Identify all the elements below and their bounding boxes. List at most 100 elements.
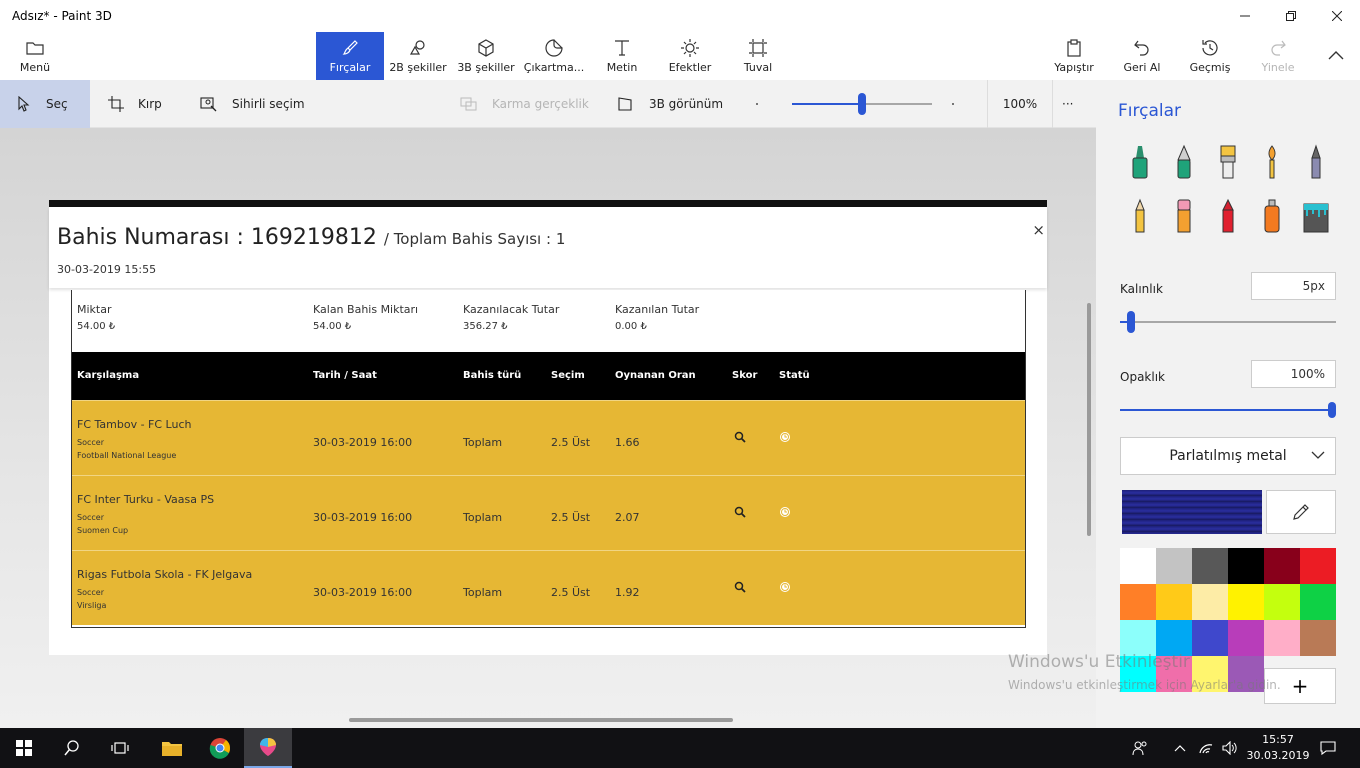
- undo-icon: [1134, 40, 1149, 56]
- menu-button[interactable]: Menü: [10, 32, 60, 80]
- vertical-scrollbar[interactable]: [1087, 303, 1091, 536]
- color-swatch[interactable]: [1264, 620, 1300, 656]
- tab-text[interactable]: Metin: [588, 32, 656, 80]
- tab-brushes[interactable]: Fırçalar: [316, 32, 384, 80]
- magic-select-icon: [200, 97, 217, 112]
- horizontal-scrollbar[interactable]: [349, 718, 733, 722]
- spray-can-icon[interactable]: [1250, 194, 1294, 238]
- summary-label: Kazanılacak Tutar: [463, 303, 560, 316]
- paint3d-button[interactable]: [244, 728, 292, 768]
- bet-selection: 2.5 Üst: [551, 436, 591, 449]
- volume-button[interactable]: [1218, 728, 1242, 768]
- restore-button[interactable]: [1268, 0, 1314, 32]
- notifications-button[interactable]: [1306, 728, 1350, 768]
- color-swatch[interactable]: [1156, 620, 1192, 656]
- activation-watermark-text: Windows'u etkinleştirmek için Ayarlar'a …: [1008, 678, 1281, 692]
- column-header: Seçim: [551, 370, 585, 381]
- opacity-input[interactable]: 100%: [1251, 360, 1336, 388]
- bet-summary: Miktar 54.00 ₺ Kalan Bahis Miktarı 54.00…: [72, 290, 1025, 352]
- start-button[interactable]: [0, 728, 48, 768]
- zoom-slider[interactable]: [792, 80, 932, 128]
- opacity-slider-thumb[interactable]: [1328, 402, 1336, 418]
- material-dropdown[interactable]: Parlatılmış metal: [1120, 437, 1336, 475]
- select-tool[interactable]: Seç: [0, 80, 90, 128]
- thickness-slider[interactable]: [1120, 310, 1336, 334]
- history-button[interactable]: Geçmiş: [1184, 32, 1236, 80]
- tab-3d-shapes[interactable]: 3B şekiller: [452, 32, 520, 80]
- task-view-button[interactable]: [96, 728, 144, 768]
- summary-to-win: Kazanılacak Tutar 356.27 ₺: [463, 303, 559, 332]
- file-explorer-button[interactable]: [148, 728, 196, 768]
- pencil-icon[interactable]: [1118, 194, 1162, 238]
- color-swatch[interactable]: [1120, 548, 1156, 584]
- summary-won: Kazanılan Tutar 0.00 ₺: [615, 303, 699, 332]
- opacity-slider[interactable]: [1120, 398, 1336, 422]
- zoom-percent[interactable]: 100%: [987, 80, 1053, 128]
- close-window-button[interactable]: [1314, 0, 1360, 32]
- summary-value: 54.00 ₺: [313, 321, 352, 332]
- more-options-button[interactable]: ···: [1062, 80, 1084, 128]
- canvas-area[interactable]: Bahis Numarası : 169219812 / Toplam Bahi…: [0, 128, 1096, 728]
- zoom-slider-thumb[interactable]: [858, 93, 866, 115]
- column-header: Tarih / Saat: [313, 370, 377, 381]
- color-swatch[interactable]: [1300, 584, 1336, 620]
- tab-effects[interactable]: Efektler: [656, 32, 724, 80]
- zoom-out-button[interactable]: [756, 80, 772, 128]
- people-button[interactable]: [1122, 728, 1158, 768]
- color-swatch[interactable]: [1192, 584, 1228, 620]
- search-button[interactable]: [48, 728, 96, 768]
- paste-button[interactable]: Yapıştır: [1048, 32, 1100, 80]
- mixed-reality-button[interactable]: Karma gerçeklik: [460, 80, 590, 128]
- score-search-icon: [734, 506, 746, 521]
- bet-date: 30-03-2019 15:55: [57, 263, 157, 276]
- network-button[interactable]: [1194, 728, 1218, 768]
- crayon-icon[interactable]: [1206, 194, 1250, 238]
- redo-button[interactable]: Yinele: [1252, 32, 1304, 80]
- tab-label: 2B şekiller: [389, 61, 447, 74]
- zoom-in-button[interactable]: [952, 80, 968, 128]
- color-swatch[interactable]: [1156, 548, 1192, 584]
- color-swatch[interactable]: [1300, 620, 1336, 656]
- thickness-input[interactable]: 5px: [1251, 272, 1336, 300]
- color-swatch[interactable]: [1120, 620, 1156, 656]
- magic-select-tool[interactable]: Sihirli seçim: [200, 80, 310, 128]
- eraser-icon[interactable]: [1162, 194, 1206, 238]
- tab-canvas[interactable]: Tuval: [724, 32, 792, 80]
- tab-2d-shapes[interactable]: 2B şekiller: [384, 32, 452, 80]
- menu-label: Menü: [19, 61, 51, 74]
- color-swatch[interactable]: [1264, 548, 1300, 584]
- current-color-swatch[interactable]: [1122, 490, 1262, 534]
- color-swatch[interactable]: [1192, 620, 1228, 656]
- pixel-pen-icon[interactable]: [1294, 140, 1338, 184]
- plus-icon: [952, 103, 954, 105]
- eyedropper-icon: [1293, 504, 1309, 520]
- color-swatch[interactable]: [1228, 584, 1264, 620]
- minimize-button[interactable]: [1222, 0, 1268, 32]
- match-league: Football National League: [77, 451, 177, 460]
- thickness-slider-thumb[interactable]: [1127, 311, 1135, 333]
- eyedropper-button[interactable]: [1266, 490, 1336, 534]
- color-swatch[interactable]: [1300, 548, 1336, 584]
- color-swatch[interactable]: [1120, 584, 1156, 620]
- oil-brush-icon[interactable]: [1206, 140, 1250, 184]
- color-swatch[interactable]: [1156, 584, 1192, 620]
- collapse-ribbon-button[interactable]: [1316, 32, 1356, 80]
- show-hidden-icons-button[interactable]: [1168, 728, 1192, 768]
- chrome-button[interactable]: [196, 728, 244, 768]
- color-swatch[interactable]: [1192, 548, 1228, 584]
- undo-button[interactable]: Geri Al: [1116, 32, 1168, 80]
- fill-bucket-icon[interactable]: [1294, 194, 1338, 238]
- watercolor-icon[interactable]: [1250, 140, 1294, 184]
- color-swatch[interactable]: [1228, 620, 1264, 656]
- marker-icon[interactable]: [1118, 140, 1162, 184]
- color-swatch[interactable]: [1228, 548, 1264, 584]
- 3d-view-button[interactable]: 3B görünüm: [617, 80, 727, 128]
- tab-stickers[interactable]: Çıkartma...: [520, 32, 588, 80]
- calligraphy-pen-icon[interactable]: [1162, 140, 1206, 184]
- crop-tool[interactable]: Kırp: [108, 80, 188, 128]
- color-swatch[interactable]: [1264, 584, 1300, 620]
- clock[interactable]: 15:57 30.03.2019: [1240, 732, 1316, 764]
- bet-details: Miktar 54.00 ₺ Kalan Bahis Miktarı 54.00…: [71, 290, 1026, 628]
- match-meta: Soccer Suomen Cup: [77, 511, 128, 537]
- canvas-image[interactable]: Bahis Numarası : 169219812 / Toplam Bahi…: [49, 200, 1047, 655]
